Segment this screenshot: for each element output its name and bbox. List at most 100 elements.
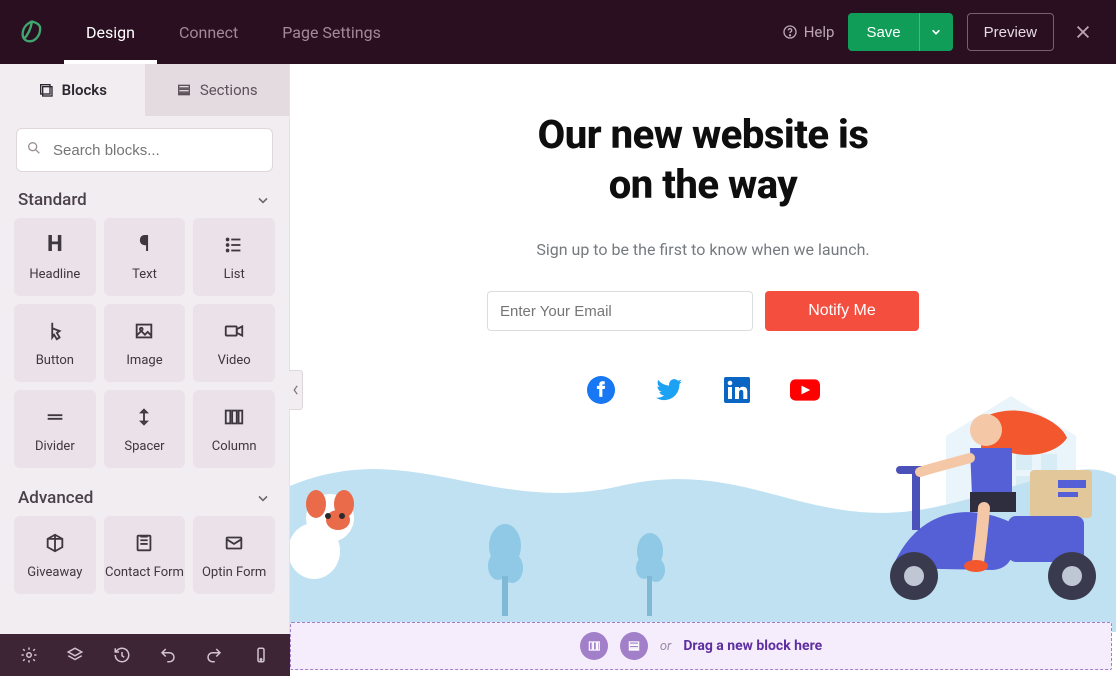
sidebar: Blocks Sections Standard H Headline: [0, 64, 290, 676]
help-link[interactable]: Help: [782, 23, 835, 41]
spacer-icon: [133, 405, 155, 429]
layers-icon: [66, 646, 84, 664]
block-label: Image: [126, 353, 162, 368]
bush-illustration: [480, 516, 530, 616]
hero-title: Our new website is on the way: [290, 110, 1116, 210]
dropzone-message: Drag a new block here: [683, 638, 822, 654]
sidebar-tabs: Blocks Sections: [0, 64, 289, 116]
top-right-controls: Help Save Preview: [782, 13, 1098, 51]
giveaway-icon: [44, 531, 66, 555]
tab-connect[interactable]: Connect: [157, 0, 260, 64]
save-button-group: Save: [848, 13, 952, 51]
social-links: [290, 375, 1116, 405]
search-icon: [26, 140, 42, 160]
tab-page-settings[interactable]: Page Settings: [260, 0, 403, 64]
dropzone[interactable]: or Drag a new block here: [290, 622, 1112, 670]
block-label: Button: [36, 353, 74, 368]
preview-button[interactable]: Preview: [967, 13, 1054, 51]
group-title: Standard: [18, 190, 87, 210]
twitter-link[interactable]: [654, 375, 684, 405]
sidebar-collapse-handle[interactable]: [289, 370, 303, 410]
block-spacer[interactable]: Spacer: [104, 390, 186, 468]
help-icon: [782, 24, 798, 40]
email-field[interactable]: [487, 291, 753, 331]
device-preview-button[interactable]: [247, 641, 275, 669]
block-video[interactable]: Video: [193, 304, 275, 382]
button-icon: [44, 319, 66, 343]
redo-icon: [205, 646, 223, 664]
search-blocks: [16, 128, 273, 172]
hero-line1: Our new website is: [538, 111, 869, 158]
main-nav: Design Connect Page Settings: [64, 0, 403, 64]
youtube-link[interactable]: [790, 375, 820, 405]
block-label: Optin Form: [202, 565, 266, 580]
sidebar-tab-label: Blocks: [62, 81, 107, 99]
bottom-toolbar: [0, 634, 290, 676]
bush-illustration: [630, 526, 670, 616]
block-headline[interactable]: H Headline: [14, 218, 96, 296]
search-input[interactable]: [16, 128, 273, 172]
twitter-icon: [654, 375, 684, 405]
save-caret-button[interactable]: [919, 13, 953, 51]
block-label: Divider: [35, 439, 75, 454]
block-divider[interactable]: Divider: [14, 390, 96, 468]
redo-button[interactable]: [200, 641, 228, 669]
group-title: Advanced: [18, 488, 93, 508]
settings-button[interactable]: [15, 641, 43, 669]
block-list[interactable]: List: [193, 218, 275, 296]
block-column[interactable]: Column: [193, 390, 275, 468]
dropzone-column-chip[interactable]: [580, 632, 608, 660]
tab-design[interactable]: Design: [64, 0, 157, 64]
block-button[interactable]: Button: [14, 304, 96, 382]
layers-button[interactable]: [61, 641, 89, 669]
block-contact-form[interactable]: Contact Form: [104, 516, 186, 594]
canvas: Our new website is on the way Sign up to…: [290, 64, 1116, 676]
dropzone-row-chip[interactable]: [620, 632, 648, 660]
linkedin-link[interactable]: [722, 375, 752, 405]
hero-subtitle: Sign up to be the first to know when we …: [290, 240, 1116, 259]
close-button[interactable]: [1068, 17, 1098, 47]
sidebar-tab-sections[interactable]: Sections: [145, 64, 290, 116]
block-grid-standard: H Headline ¶ Text List Button Image Vi: [0, 218, 289, 478]
column-icon: [223, 405, 245, 429]
block-grid-advanced: Giveaway Contact Form Optin Form: [0, 516, 289, 604]
group-header-advanced[interactable]: Advanced: [0, 478, 289, 516]
block-giveaway[interactable]: Giveaway: [14, 516, 96, 594]
notify-button[interactable]: Notify Me: [765, 291, 919, 331]
blocks-icon: [38, 82, 54, 98]
undo-icon: [159, 646, 177, 664]
save-button[interactable]: Save: [848, 13, 918, 51]
close-icon: [1074, 23, 1092, 41]
leaf-icon: [18, 18, 46, 46]
block-label: Headline: [29, 267, 80, 282]
hero-line2: on the way: [609, 161, 797, 208]
linkedin-icon: [722, 375, 752, 405]
dog-illustration: [290, 476, 366, 586]
sidebar-tab-label: Sections: [200, 81, 258, 99]
mobile-icon: [252, 646, 270, 664]
top-bar: Design Connect Page Settings Help Save P…: [0, 0, 1116, 64]
block-optin-form[interactable]: Optin Form: [193, 516, 275, 594]
block-text[interactable]: ¶ Text: [104, 218, 186, 296]
contact-form-icon: [133, 531, 155, 555]
chevron-down-icon: [255, 490, 271, 506]
block-image[interactable]: Image: [104, 304, 186, 382]
block-label: Column: [212, 439, 257, 454]
block-label: Spacer: [124, 439, 164, 454]
facebook-link[interactable]: [586, 375, 616, 405]
undo-button[interactable]: [154, 641, 182, 669]
app-logo: [0, 0, 64, 64]
group-header-standard[interactable]: Standard: [0, 180, 289, 218]
history-button[interactable]: [108, 641, 136, 669]
sidebar-tab-blocks[interactable]: Blocks: [0, 64, 145, 116]
history-icon: [113, 646, 131, 664]
block-label: Contact Form: [105, 565, 184, 580]
image-icon: [133, 319, 155, 343]
optin-form-icon: [223, 531, 245, 555]
caret-down-icon: [931, 27, 941, 37]
divider-icon: [44, 405, 66, 429]
dropzone-or: or: [660, 639, 671, 654]
block-label: Text: [132, 267, 157, 282]
help-label: Help: [804, 23, 835, 41]
headline-icon: H: [47, 233, 63, 257]
